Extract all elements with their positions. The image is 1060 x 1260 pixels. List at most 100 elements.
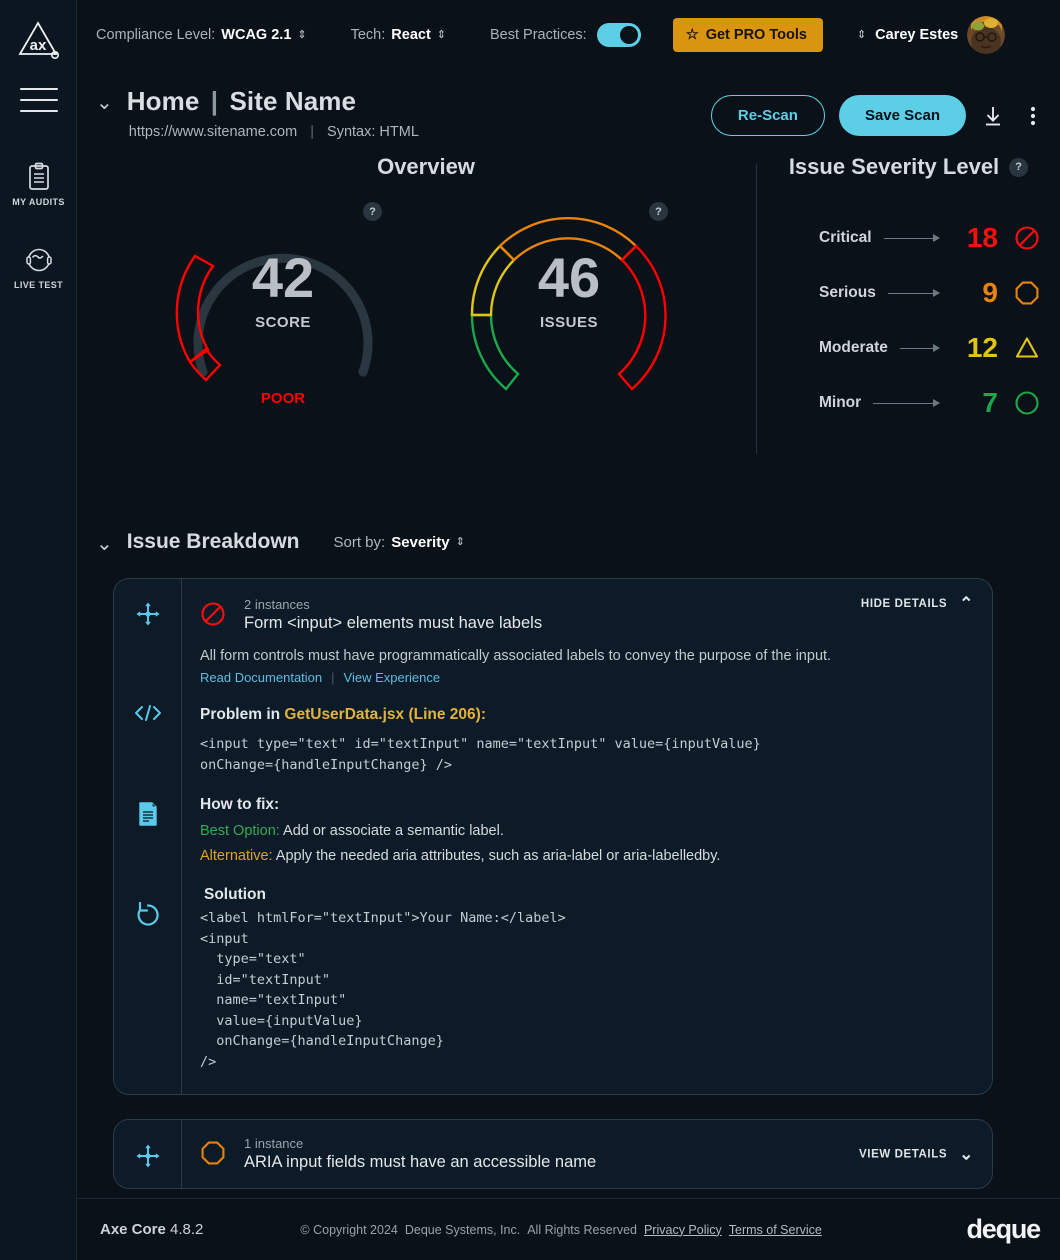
sidebar-item-my-audits[interactable]: MY AUDITS: [0, 160, 77, 207]
page-title: Home | Site Name: [127, 86, 419, 117]
issue-title: ARIA input fields must have an accessibl…: [244, 1153, 597, 1172]
get-pro-tools-button[interactable]: ☆ Get PRO Tools: [672, 18, 823, 52]
score-caption: SCORE: [255, 314, 311, 331]
octagon-icon: [1006, 280, 1040, 306]
card-body: 2 instances Form <input> elements must ha…: [182, 579, 992, 1094]
page-title-secondary: Site Name: [229, 86, 357, 116]
move-icon[interactable]: [135, 1139, 161, 1169]
privacy-policy-link[interactable]: Privacy Policy: [644, 1223, 722, 1237]
code-icon[interactable]: [114, 697, 181, 797]
severity-name: Critical: [819, 228, 872, 246]
severity-row: Serious 9: [819, 265, 1040, 320]
rights-reserved: All Rights Reserved: [527, 1222, 637, 1237]
sort-by-value: Severity: [391, 533, 450, 551]
severity-help-icon[interactable]: ?: [1009, 157, 1029, 177]
best-option-label: Best Option:: [200, 823, 280, 840]
copyright: © Copyright 2024: [300, 1222, 398, 1237]
sidebar-item-label: LIVE TEST: [13, 280, 64, 290]
issue-instance-count: 2 instances: [244, 597, 310, 612]
more-options-icon[interactable]: [1020, 101, 1046, 131]
best-practices-label: Best Practices:: [490, 27, 587, 43]
syntax-label: Syntax: HTML: [327, 124, 419, 140]
details-toggle-button[interactable]: HIDE DETAILS ⌃: [861, 595, 974, 612]
page-title-separator: |: [210, 86, 219, 116]
severity-row: Critical 18: [819, 210, 1040, 265]
issues-value: 46: [537, 246, 601, 309]
axe-logo-icon[interactable]: ax: [13, 14, 63, 64]
document-icon[interactable]: [114, 797, 181, 897]
score-help-icon[interactable]: ?: [363, 202, 382, 221]
collapse-header-chevron-icon[interactable]: ⌄: [96, 93, 113, 113]
problem-code: <input type="text" id="textInput" name="…: [200, 736, 761, 773]
card-icon-rail: [114, 579, 182, 1095]
engine-version: Axe Core 4.8.2: [100, 1221, 203, 1238]
issue-description: All form controls must have programmatic…: [200, 648, 832, 664]
severity-heading: Issue Severity Level: [788, 154, 1000, 179]
sidebar-item-live-test[interactable]: LIVE TEST: [0, 243, 77, 290]
menu-toggle-button[interactable]: [20, 84, 58, 116]
avatar[interactable]: [967, 16, 1006, 54]
company-name: Deque Systems, Inc.: [404, 1222, 521, 1237]
terms-of-service-link[interactable]: Terms of Service: [729, 1223, 822, 1237]
issue-breakdown-header: ⌄ Issue Breakdown Sort by: Severity ⇕: [96, 530, 1060, 554]
download-icon[interactable]: [980, 101, 1006, 131]
deque-logo: deque: [966, 1214, 1041, 1244]
top-bar: Compliance Level: WCAG 2.1 ⇕ Tech: React…: [77, 0, 1060, 70]
chevron-updown-icon: ⇕: [455, 535, 465, 548]
problem-file: GetUserData.jsx (Line 206):: [284, 706, 486, 723]
move-icon[interactable]: [114, 597, 181, 697]
best-practices-toggle[interactable]: [596, 23, 641, 47]
subtitle-divider: |: [310, 124, 314, 140]
solution-heading: Solution: [204, 886, 266, 904]
score-rating: POOR: [260, 390, 306, 407]
issues-help-icon[interactable]: ?: [649, 202, 668, 221]
solution-code: <label htmlFor="textInput">Your Name:</l…: [200, 910, 566, 1070]
chevron-icon: ⌃: [959, 594, 974, 613]
toggle-knob: [619, 26, 638, 44]
compliance-level-selector[interactable]: Compliance Level: WCAG 2.1 ⇕: [96, 27, 307, 43]
site-url: https://www.sitename.com: [128, 124, 298, 140]
issue-instance-count: 1 instance: [244, 1136, 304, 1152]
details-toggle-label: VIEW DETAILS: [859, 1148, 948, 1161]
engine-name: Axe Core: [100, 1221, 166, 1238]
page-header: ⌄ Home | Site Name https://www.sitename.…: [77, 70, 1060, 140]
tech-selector[interactable]: Tech: React ⇕: [351, 27, 446, 43]
view-experience-link[interactable]: View Experience: [344, 670, 441, 685]
card-header: 2 instances Form <input> elements must ha…: [200, 595, 974, 633]
best-practices-group: Best Practices:: [490, 23, 641, 47]
sidebar-item-label: MY AUDITS: [12, 197, 65, 207]
severity-name: Minor: [819, 393, 862, 411]
card-body: 1 instance ARIA input fields must have an…: [182, 1120, 992, 1188]
severity-count: 9: [982, 276, 998, 308]
details-toggle-button[interactable]: VIEW DETAILS ⌄: [859, 1146, 974, 1163]
solution-code-block: <label htmlFor="textInput">Your Name:</l…: [200, 908, 972, 1072]
score-value: 42: [251, 246, 315, 309]
alternative-line: Alternative: Apply the needed aria attri…: [200, 848, 721, 865]
severity-panel: Issue Severity Level ? Critical 18 Serious…: [757, 154, 1060, 490]
best-option-line: Best Option: Add or associate a semantic…: [200, 823, 504, 840]
user-menu[interactable]: ⇕ Carey Estes: [857, 16, 1006, 54]
headset-icon: [0, 243, 77, 277]
read-documentation-link[interactable]: Read Documentation: [200, 670, 322, 685]
gauges-row: 42 SCORE POOR ? 46 ISSUES ?: [96, 194, 756, 407]
save-scan-button[interactable]: Save Scan: [838, 95, 966, 136]
severity-arrow-icon: [883, 233, 940, 243]
severity-header: Issue Severity Level ?: [757, 154, 1060, 180]
svg-text:ax: ax: [30, 37, 47, 54]
overview-panel: Overview 42 SCORE POOR ? 46 ISSUES ?: [96, 154, 756, 490]
sort-by-selector[interactable]: Sort by: Severity ⇕: [334, 534, 465, 551]
header-actions: Re-Scan Save Scan: [710, 86, 1046, 136]
rescan-button[interactable]: Re-Scan: [710, 95, 825, 136]
undo-icon[interactable]: [114, 897, 181, 997]
severity-rows: Critical 18 Serious 9 Moderate 12 Minor 7: [757, 210, 1060, 430]
footer-legal: © Copyright 2024 Deque Systems, Inc. All…: [300, 1223, 821, 1237]
stats-section: Overview 42 SCORE POOR ? 46 ISSUES ? Iss…: [77, 154, 1060, 490]
alternative-label: Alternative:: [200, 848, 273, 865]
severity-name: Serious: [819, 283, 876, 301]
severity-count: 12: [966, 331, 998, 363]
severity-arrow-icon: [887, 288, 940, 298]
details-toggle-label: HIDE DETAILS: [860, 597, 948, 610]
collapse-breakdown-chevron-icon[interactable]: ⌄: [96, 534, 113, 554]
get-pro-tools-label: Get PRO Tools: [705, 27, 807, 43]
issue-card: 2 instances Form <input> elements must ha…: [113, 578, 993, 1096]
